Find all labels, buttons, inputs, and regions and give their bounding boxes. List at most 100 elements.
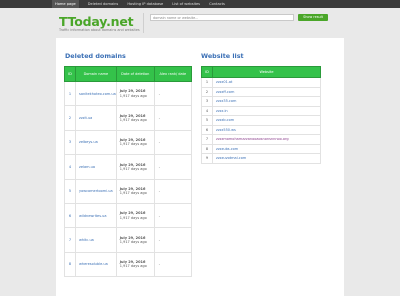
- table-row: 7 whitc.ua July 29, 2016 1,917 days ago -: [64, 227, 193, 253]
- row-id: 9: [201, 153, 213, 164]
- alexa-rank: -: [153, 178, 193, 204]
- row-id[interactable]: 2: [64, 105, 76, 131]
- top-navigation: Home page Deleted domains Hosting IP dat…: [0, 0, 400, 8]
- website-table-header: ID Website: [201, 66, 321, 78]
- table-row: 8 wheresoluble.ua July 29, 2016 1,917 days …: [64, 251, 193, 278]
- alexa-rank: -: [153, 154, 193, 180]
- days-ago: 1,917 days ago: [119, 93, 147, 98]
- row-id[interactable]: 3: [64, 129, 76, 156]
- website-link[interactable]: zzzzff.com: [212, 86, 321, 97]
- row-id[interactable]: 4: [64, 154, 76, 180]
- alexa-rank: -: [153, 202, 193, 229]
- col-id: ID: [64, 66, 76, 82]
- deletion-date: July 29, 2016 1,917 days ago: [115, 251, 155, 278]
- days-ago: 1,917 days ago: [119, 240, 147, 245]
- col-domain-name: Domain name: [75, 66, 117, 82]
- col-website-id: ID: [201, 66, 213, 78]
- nav-home[interactable]: Home page: [52, 0, 79, 8]
- table-row: 6 wildnewrites.ua July 29, 2016 1,917 days …: [64, 202, 193, 229]
- alexa-rank: -: [153, 129, 193, 156]
- site-tagline: Traffic information about domains and we…: [59, 28, 140, 32]
- table-row: 4 zzzz.in: [201, 105, 321, 116]
- website-link[interactable]: zzzz.in: [212, 105, 321, 116]
- alexa-rank: -: [153, 227, 193, 253]
- row-id: 5: [201, 115, 213, 126]
- days-ago: 1,917 days ago: [119, 264, 147, 269]
- domain-link[interactable]: yowcomertoomi.ua: [75, 178, 117, 204]
- col-date-of-deletion: Date of deletion: [115, 66, 155, 82]
- website-link[interactable]: zzzzb.com: [212, 115, 321, 126]
- table-row: 1 sanitekhoteo.com.ua July 29, 2016 1,917 d…: [64, 80, 193, 107]
- site-logo[interactable]: TToday.net: [59, 14, 134, 29]
- nav-hosting-ip-database[interactable]: Hosting IP database: [127, 0, 163, 8]
- days-ago: 1,917 days ago: [119, 215, 147, 220]
- website-link[interactable]: zzzz35.com: [212, 96, 321, 107]
- website-link[interactable]: zzzzubs.com: [212, 143, 321, 154]
- alexa-rank: -: [153, 105, 193, 131]
- website-list-title: Website list: [201, 52, 244, 60]
- deletion-date: July 29, 2016 1,917 days ago: [115, 154, 155, 180]
- website-link[interactable]: zzzzmomohamzzzanooaosnonsnnnoo.org: [212, 134, 321, 145]
- domain-link[interactable]: whitc.ua: [75, 227, 117, 253]
- row-id: 7: [201, 134, 213, 145]
- nav-list-of-websites[interactable]: List of websites: [172, 0, 200, 8]
- deletion-date: July 29, 2016 1,917 days ago: [115, 227, 155, 253]
- row-id: 3: [201, 96, 213, 107]
- table-row: 5 yowcomertoomi.ua July 29, 2016 1,917 days…: [64, 178, 193, 204]
- deleted-table-header: ID Domain name Date of deletion Alex ran…: [64, 66, 193, 82]
- row-id[interactable]: 7: [64, 227, 76, 253]
- table-row: 3 zzzz35.com: [201, 96, 321, 107]
- row-id[interactable]: 5: [64, 178, 76, 204]
- domain-link[interactable]: zelbeys.ua: [75, 129, 117, 156]
- website-link[interactable]: zzzz550.ws: [212, 124, 321, 135]
- site-header: TToday.net Traffic information about dom…: [52, 8, 345, 37]
- row-id: 2: [201, 86, 213, 97]
- domain-link[interactable]: wildnewrites.ua: [75, 202, 117, 229]
- domain-link[interactable]: zzzit.ua: [75, 105, 117, 131]
- table-row: 7 zzzzmomohamzzzanooaosnonsnnnoo.org: [201, 134, 321, 145]
- table-row: 9 zzzzuvotmai.com: [201, 153, 321, 164]
- alexa-rank: -: [153, 80, 193, 107]
- table-row: 1 zzzz01.at: [201, 77, 321, 88]
- row-id: 4: [201, 105, 213, 116]
- deleted-domains-table: ID Domain name Date of deletion Alex ran…: [64, 66, 193, 278]
- col-alexa-rank: Alex rank/ date: [153, 66, 193, 82]
- nav-contacts[interactable]: Contacts: [209, 0, 225, 8]
- nav-deleted-domains[interactable]: Deleted domains: [88, 0, 119, 8]
- table-row: 8 zzzzubs.com: [201, 143, 321, 154]
- search-button[interactable]: Show result: [298, 14, 328, 21]
- days-ago: 1,917 days ago: [119, 142, 147, 147]
- deletion-date: July 29, 2016 1,917 days ago: [115, 178, 155, 204]
- days-ago: 1,917 days ago: [119, 191, 147, 196]
- days-ago: 1,917 days ago: [119, 166, 147, 171]
- col-website: Website: [212, 66, 321, 78]
- website-list-table: ID Website 1 zzzz01.at 2 zzzzff.com 3 zzzz35.…: [201, 66, 321, 164]
- alexa-rank: -: [153, 251, 193, 278]
- search-input[interactable]: domain name or website...: [150, 14, 294, 21]
- row-id[interactable]: 6: [64, 202, 76, 229]
- row-id[interactable]: 1: [64, 80, 76, 107]
- table-row: 2 zzzzff.com: [201, 86, 321, 97]
- row-id: 8: [201, 143, 213, 154]
- row-id: 1: [201, 77, 213, 88]
- deletion-date: July 29, 2016 1,917 days ago: [115, 80, 155, 107]
- website-link[interactable]: zzzzuvotmai.com: [212, 153, 321, 164]
- main-content: Deleted domains ID Domain name Date of d…: [56, 38, 344, 296]
- table-row: 5 zzzzb.com: [201, 115, 321, 126]
- header-divider: [143, 13, 144, 33]
- domain-link[interactable]: zelam.ua: [75, 154, 117, 180]
- table-row: 2 zzzit.ua July 29, 2016 1,917 days ago -: [64, 105, 193, 131]
- days-ago: 1,917 days ago: [119, 118, 147, 123]
- website-link[interactable]: zzzz01.at: [212, 77, 321, 88]
- deletion-date: July 29, 2016 1,917 days ago: [115, 202, 155, 229]
- domain-link[interactable]: wheresoluble.ua: [75, 251, 117, 278]
- deletion-date: July 29, 2016 1,917 days ago: [115, 105, 155, 131]
- domain-link[interactable]: sanitekhoteo.com.ua: [75, 80, 117, 107]
- table-row: 3 zelbeys.ua July 29, 2016 1,917 days ago -: [64, 129, 193, 156]
- table-row: 4 zelam.ua July 29, 2016 1,917 days ago -: [64, 154, 193, 180]
- row-id[interactable]: 8: [64, 251, 76, 278]
- row-id: 6: [201, 124, 213, 135]
- table-row: 6 zzzz550.ws: [201, 124, 321, 135]
- deletion-date: July 29, 2016 1,917 days ago: [115, 129, 155, 156]
- deleted-domains-title: Deleted domains: [65, 52, 126, 60]
